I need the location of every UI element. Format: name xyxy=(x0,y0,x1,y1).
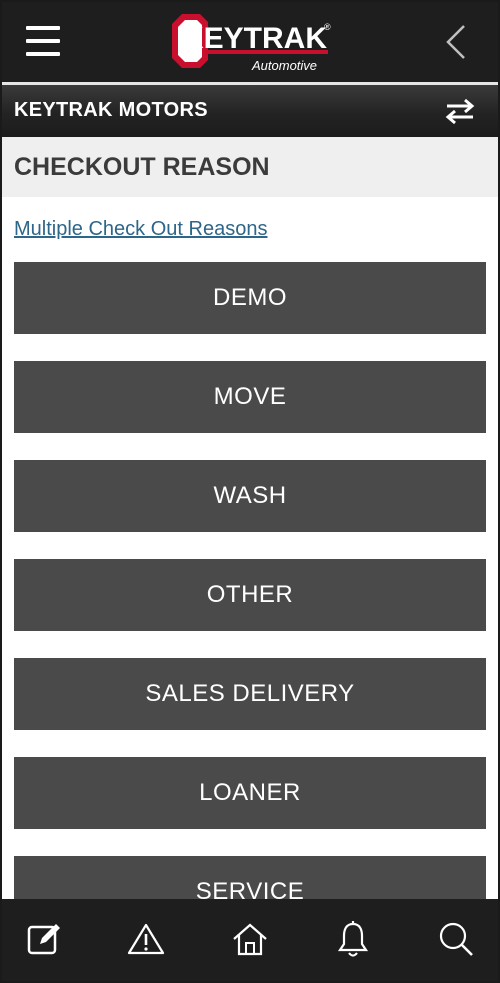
nav-edit-button[interactable] xyxy=(24,917,64,961)
search-icon xyxy=(439,922,473,956)
svg-text:KEYTRAK: KEYTRAK xyxy=(182,22,327,55)
reason-button-sales-delivery[interactable]: SALES DELIVERY xyxy=(14,658,486,730)
bell-icon xyxy=(337,921,369,957)
nav-notifications-button[interactable] xyxy=(333,917,373,961)
nav-search-button[interactable] xyxy=(436,917,476,961)
multiple-checkout-reasons-link[interactable]: Multiple Check Out Reasons xyxy=(14,218,267,241)
location-bar: KEYTRAK MOTORS xyxy=(0,85,500,137)
reason-button-loaner[interactable]: LOANER xyxy=(14,757,486,829)
svg-text:Automotive: Automotive xyxy=(251,58,317,73)
reason-list: DEMO MOVE WASH OTHER SALES DELIVERY LOAN… xyxy=(14,262,486,955)
chevron-left-icon xyxy=(446,25,465,59)
section-header: CHECKOUT REASON xyxy=(0,137,500,197)
switch-location-button[interactable] xyxy=(444,97,476,125)
top-header: KEYTRAK ® Automotive xyxy=(0,0,500,82)
bottom-nav xyxy=(0,899,500,983)
edit-icon xyxy=(27,924,60,955)
home-icon xyxy=(233,923,267,956)
back-button[interactable] xyxy=(440,22,472,62)
hamburger-menu-icon[interactable] xyxy=(26,24,62,58)
reason-button-demo[interactable]: DEMO xyxy=(14,262,486,334)
swap-arrows-icon xyxy=(445,98,475,125)
reason-button-other[interactable]: OTHER xyxy=(14,559,486,631)
warning-icon xyxy=(127,923,165,955)
location-name: KEYTRAK MOTORS xyxy=(14,99,208,121)
reason-button-move[interactable]: MOVE xyxy=(14,361,486,433)
nav-home-button[interactable] xyxy=(230,917,270,961)
svg-text:®: ® xyxy=(324,22,331,32)
keytrak-logo: KEYTRAK ® Automotive xyxy=(172,14,331,73)
reason-button-wash[interactable]: WASH xyxy=(14,460,486,532)
page-title: CHECKOUT REASON xyxy=(14,153,270,181)
nav-alerts-button[interactable] xyxy=(126,917,166,961)
